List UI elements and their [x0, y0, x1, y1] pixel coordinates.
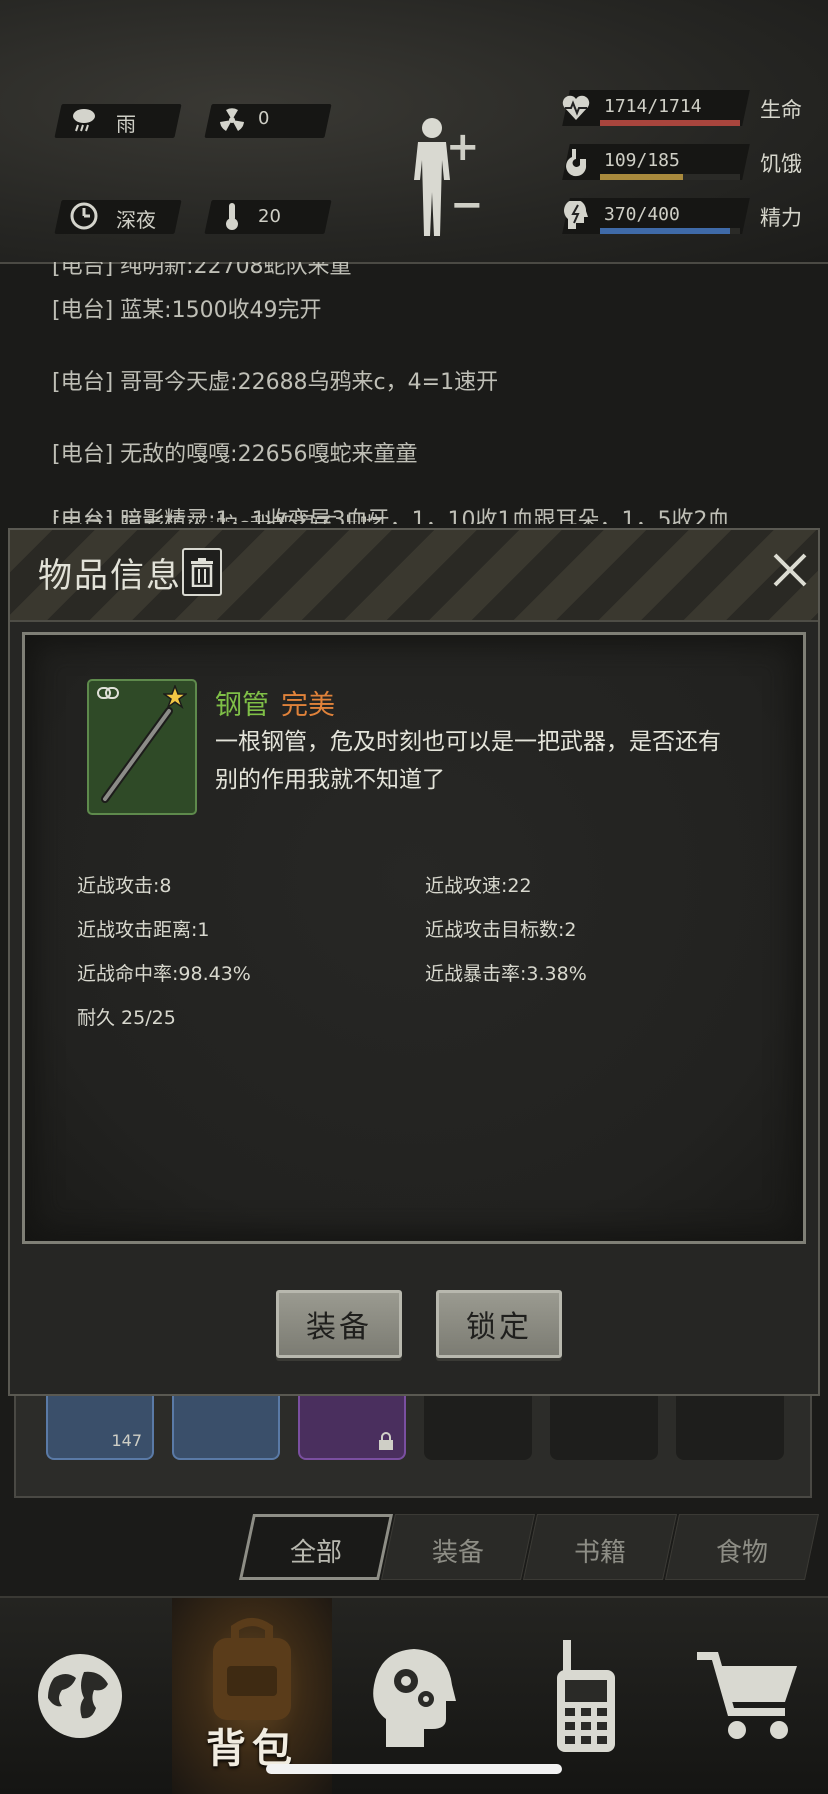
tab-books-label: 书籍	[573, 1538, 626, 1568]
item-quality: 完美	[281, 690, 335, 721]
trash-icon[interactable]	[182, 548, 222, 596]
item-slot	[87, 679, 197, 815]
chat-line: [电台] 纯明新:22708蛇队来童	[52, 262, 352, 279]
home-indicator[interactable]	[266, 1764, 562, 1774]
inventory-slot[interactable]	[676, 1396, 784, 1460]
energy-bar	[600, 228, 740, 234]
attr-melee-attack: 近战攻击:8	[77, 875, 172, 897]
time-text: 深夜	[116, 208, 156, 232]
item-info-dialog: 物品信息 钢管 完美 一根钢管，危及时刻也可以是一把武器，是否还有别的作用我就不…	[8, 528, 820, 1396]
attr-melee-speed: 近战攻速:22	[425, 875, 532, 897]
tab-equipment-label: 装备	[431, 1538, 484, 1568]
link-icon	[97, 685, 119, 699]
radiation-value: 0	[258, 108, 270, 129]
tab-all-label: 全部	[289, 1538, 342, 1568]
status-bar: 雨 0 深夜 20 + − 1714/1714 生命 109/185 饥饿 37…	[0, 0, 828, 264]
hunger-value: 109/185	[604, 150, 680, 171]
attr-melee-hit-rate: 近战命中率:98.43%	[77, 963, 251, 985]
lock-button[interactable]: 锁定	[436, 1290, 562, 1358]
dialog-header: 物品信息	[10, 530, 818, 622]
chat-line: [电台] 哥哥今天虚:22688乌鸦来c，4=1速开	[52, 370, 499, 395]
chat-line: [电台] 无敌的嘎嘎:22656嘎蛇来童童	[52, 442, 418, 467]
item-name: 钢管	[215, 690, 269, 721]
temperature-value: 20	[258, 206, 281, 227]
walkie-talkie-icon	[557, 1640, 615, 1752]
inventory-slot[interactable]: 147	[46, 1396, 154, 1460]
chat-line: [电台] 蓝某:1500收49完开	[52, 298, 322, 323]
item-info-panel: 钢管 完美 一根钢管，危及时刻也可以是一把武器，是否还有别的作用我就不知道了 近…	[22, 632, 806, 1244]
stomach-icon	[558, 144, 594, 180]
clock-icon	[68, 200, 100, 232]
star-icon	[161, 683, 189, 710]
thermometer-icon	[216, 200, 248, 232]
radiation-icon	[216, 104, 248, 136]
item-description: 一根钢管，危及时刻也可以是一把武器，是否还有别的作用我就不知道了	[215, 729, 721, 793]
equip-button[interactable]: 装备	[276, 1290, 402, 1358]
attr-melee-range: 近战攻击距离:1	[77, 919, 210, 941]
dialog-title: 物品信息	[38, 556, 182, 596]
hunger-bar	[600, 174, 740, 180]
minus-icon[interactable]: −	[450, 182, 484, 228]
nav-world-map[interactable]	[0, 1598, 160, 1794]
inventory-slot[interactable]	[550, 1396, 658, 1460]
energy-label: 精力	[760, 206, 802, 230]
energy-value: 370/400	[604, 204, 680, 225]
inventory-panel: 147	[14, 1396, 812, 1498]
lock-icon	[378, 1432, 394, 1450]
inventory-tabs: 全部 装备 书籍 食物	[236, 1514, 820, 1582]
head-gear-icon	[373, 1649, 456, 1747]
health-value: 1714/1714	[604, 96, 702, 117]
chat-line: [电台] 暗影精灵:1，1收变异3血牙，1，10收1血跟耳朵，1，5收2血	[52, 508, 730, 524]
inventory-slot[interactable]	[424, 1396, 532, 1460]
close-icon[interactable]	[768, 548, 812, 592]
inventory-slot[interactable]	[172, 1396, 280, 1460]
globe-icon	[38, 1654, 122, 1738]
inventory-slot[interactable]	[298, 1396, 406, 1460]
health-bar	[600, 120, 740, 126]
attr-melee-targets: 近战攻击目标数:2	[425, 919, 577, 941]
hunger-label: 饥饿	[760, 152, 802, 176]
energy-head-icon	[558, 198, 594, 234]
nav-shop[interactable]	[668, 1598, 828, 1794]
attr-durability: 耐久 25/25	[77, 1007, 176, 1029]
tab-food-label: 食物	[715, 1538, 768, 1568]
radio-chat-log[interactable]: [电台] 纯明新:22708蛇队来童 [电台] 蓝某:1500收49完开 [电台…	[0, 262, 828, 522]
heart-pulse-icon	[558, 90, 594, 126]
weather-text: 雨	[116, 112, 136, 136]
rain-cloud-icon	[68, 104, 100, 136]
health-label: 生命	[760, 98, 802, 122]
item-count: 147	[111, 1431, 142, 1450]
attr-melee-crit-rate: 近战暴击率:3.38%	[425, 963, 587, 985]
plus-icon[interactable]: +	[446, 124, 480, 170]
shopping-cart-icon	[697, 1652, 797, 1739]
